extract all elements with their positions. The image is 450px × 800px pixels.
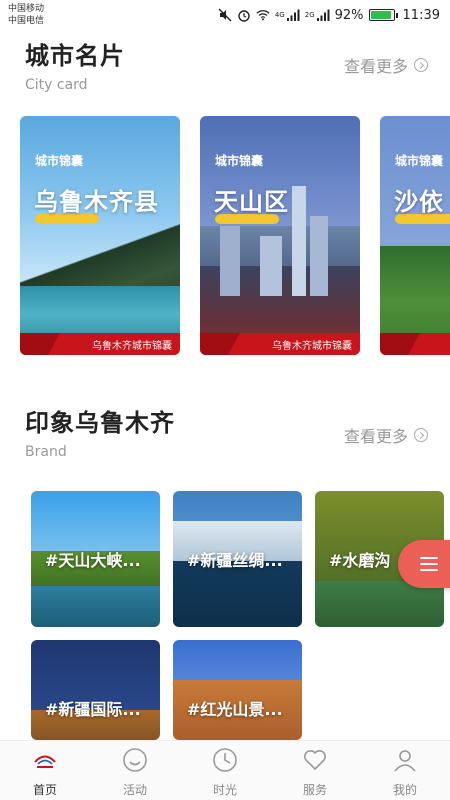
network-1-label: 4G [274,11,285,19]
city-card-name: 沙依 [394,188,444,216]
carrier-2: 中国电信 [8,16,45,26]
building-shape [310,216,328,296]
city-card[interactable]: 城市锦囊 天山区 乌鲁木齐城市锦囊 [200,116,360,355]
brand-tile-label: #红光山景... [187,700,283,719]
brand-tile[interactable]: #新疆国际... [31,640,160,740]
mute-icon [218,8,232,22]
home-logo-icon [34,755,56,768]
city-card-ribbon-text: 乌鲁木齐城市锦囊 [92,341,172,352]
brand-tile-label: #新疆国际... [45,700,141,719]
battery-percent: 92% [334,7,364,23]
brand-more-button[interactable]: 查看更多 [344,423,428,447]
city-card-ribbon [380,333,450,355]
chevron-right-icon [414,58,428,72]
city-section-header: 城市名片 City card 查看更多 [25,36,428,93]
network-2-label: 2G [304,11,315,19]
city-cards-carousel[interactable]: 城市锦囊 乌鲁木齐县 乌鲁木齐城市锦囊 城市锦囊 天山区 乌鲁木齐城市锦囊 城市… [20,116,450,356]
tab-label: 我的 [392,783,417,797]
city-card-ribbon: 乌鲁木齐城市锦囊 [20,333,180,355]
brand-tile[interactable]: #天山大峡... [31,491,160,627]
alarm-icon [238,10,250,22]
brand-section-header: 印象乌鲁木齐 Brand 查看更多 [25,403,428,460]
battery-icon [368,9,398,21]
tab-label: 服务 [302,783,327,797]
brand-tile-label: #水磨沟 [329,551,391,570]
floating-menu-button[interactable] [398,540,450,588]
tab-home[interactable]: 首页 [0,741,90,800]
city-card-tag: 城市锦囊 [395,154,444,168]
city-card-tag: 城市锦囊 [215,154,264,168]
tab-mine[interactable]: 我的 [360,741,450,800]
signal-icon [316,9,330,21]
menu-icon [420,557,438,571]
tab-time[interactable]: 时光 [180,741,270,800]
wifi-icon [256,10,270,21]
clock-icon [213,748,237,772]
tab-label: 时光 [212,783,237,797]
skyscraper-shape [292,186,306,296]
city-card-name: 乌鲁木齐县 [34,188,159,216]
smile-icon [123,748,147,772]
status-bar: 中国移动 中国电信 4G 2G 92% 11:39 [0,0,450,30]
city-card[interactable]: 城市锦囊 沙依 [380,116,450,355]
chevron-right-icon [414,428,428,442]
tab-label: 首页 [32,783,57,797]
bottom-tab-bar: 首页 活动 时光 服务 我的 [0,740,450,800]
brand-tile-label: #天山大峡... [45,551,141,570]
city-card-ribbon: 乌鲁木齐城市锦囊 [200,333,360,355]
tab-service[interactable]: 服务 [270,741,360,800]
status-icons: 4G 2G 92% 11:39 [218,6,440,24]
city-card[interactable]: 城市锦囊 乌鲁木齐县 乌鲁木齐城市锦囊 [20,116,180,355]
clock-time: 11:39 [402,7,440,23]
city-section-subtitle: City card [25,77,88,93]
brand-tile-label: #新疆丝绸... [187,551,283,570]
brand-tile[interactable]: #红光山景... [173,640,302,740]
signal-icon [286,9,300,21]
brand-more-label: 查看更多 [343,427,408,446]
tab-label: 活动 [122,783,147,797]
city-card-ribbon-text: 乌鲁木齐城市锦囊 [272,341,352,352]
user-icon [394,750,416,772]
carrier-1: 中国移动 [8,4,45,14]
heart-icon [304,750,326,770]
brand-tile[interactable]: #新疆丝绸... [173,491,302,627]
tab-activity[interactable]: 活动 [90,741,180,800]
city-more-button[interactable]: 查看更多 [344,53,428,77]
building-shape [220,226,240,296]
city-card-tag: 城市锦囊 [35,154,84,168]
building-shape [260,236,282,296]
city-more-label: 查看更多 [343,57,408,76]
city-card-name: 天山区 [214,188,289,216]
